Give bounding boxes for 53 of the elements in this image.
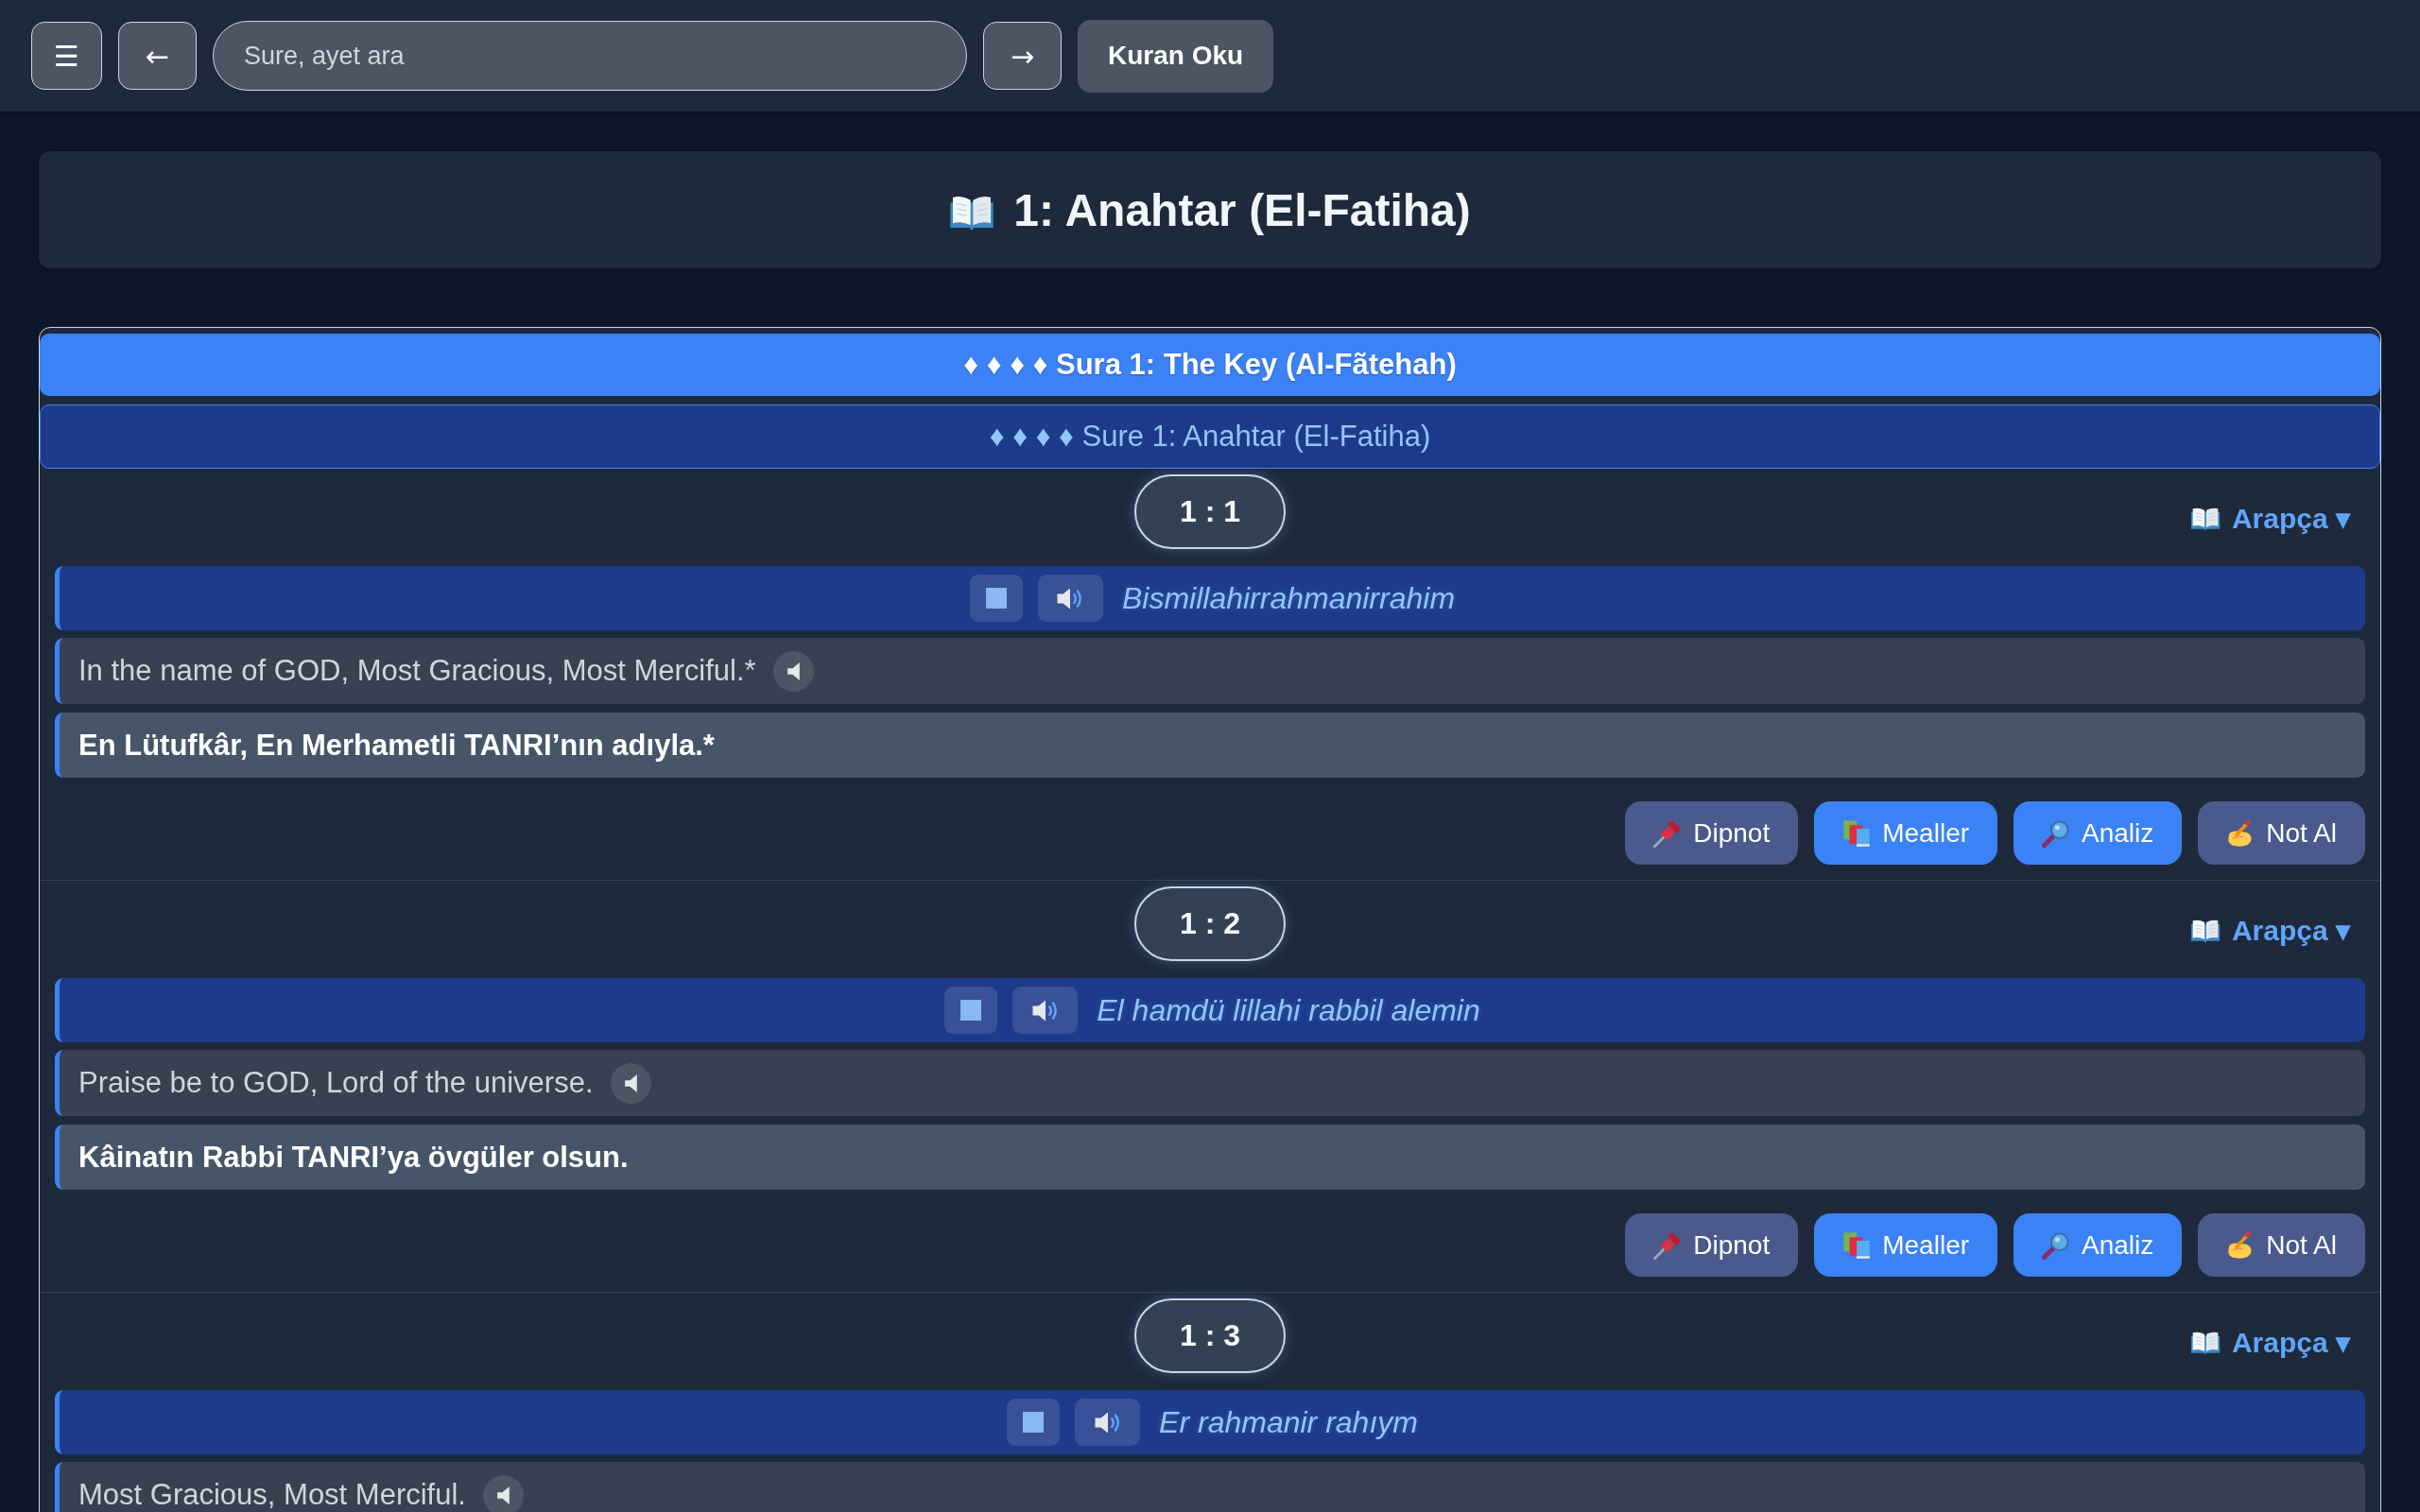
play-audio-button[interactable]: [1037, 575, 1103, 622]
translation-text: Kâinatın Rabbi TANRI’ya övgüler olsun.: [78, 1140, 629, 1175]
transliteration-text: El hamdü lillahi rabbil alemin: [1097, 992, 1480, 1028]
play-audio-button[interactable]: [1075, 1399, 1141, 1446]
stop-button[interactable]: [1007, 1399, 1061, 1446]
search-field[interactable]: Sure, ayet ara: [213, 21, 967, 91]
translation-text: Most Gracious, Most Merciful.: [78, 1478, 466, 1512]
open-book-icon: [2189, 918, 2221, 943]
open-book-icon: [2189, 1330, 2221, 1355]
footnote-button[interactable]: Dipnot: [1625, 1213, 1799, 1277]
transliteration-text: Bismillahirrahmanirrahim: [1121, 580, 1456, 616]
language-dropdown[interactable]: Arapça ▾: [2189, 914, 2365, 947]
play-audio-button[interactable]: [1012, 987, 1079, 1034]
magnifier-icon: [2042, 818, 2071, 848]
read-quran-button[interactable]: Kuran Oku: [1078, 19, 1274, 93]
stop-button[interactable]: [969, 575, 1023, 622]
sura-heading: ♦ ♦ ♦ ♦ Sura 1: The Key (Al-Fãtehah): [40, 334, 2380, 396]
open-book-icon: [949, 195, 995, 231]
play-translation-button[interactable]: [483, 1474, 524, 1512]
take-note-button[interactable]: Not Al: [2198, 801, 2365, 865]
open-book-icon: [2189, 506, 2221, 531]
translation-text: En Lütufkâr, En Merhametli TANRI’nın adıyla.*: [78, 728, 715, 763]
stop-icon: [985, 588, 1007, 609]
books-icon: [1842, 1230, 1872, 1260]
verse-number: 1 : 2: [1134, 886, 1286, 961]
translations-button[interactable]: Mealler: [1814, 1213, 1998, 1277]
pushpin-icon: [1653, 1230, 1683, 1260]
speaker-icon: [625, 1074, 638, 1092]
pushpin-icon: [1653, 818, 1683, 848]
back-button[interactable]: ←: [118, 22, 197, 90]
verse-number: 1 : 3: [1134, 1298, 1286, 1373]
analysis-button[interactable]: Analiz: [2014, 1213, 2183, 1277]
translation-text: In the name of GOD, Most Gracious, Most Merciful.*: [78, 654, 756, 688]
transliteration-text: Er rahmanir rahıym: [1159, 1404, 1418, 1440]
forward-button[interactable]: →: [983, 22, 1062, 90]
speaker-icon: [787, 662, 802, 680]
stop-icon: [960, 1000, 982, 1021]
speaker-icon: [497, 1486, 511, 1504]
sura-subheading: ♦ ♦ ♦ ♦ Sure 1: Anahtar (El-Fatiha): [40, 404, 2380, 469]
magnifier-icon: [2042, 1230, 2071, 1260]
books-icon: [1842, 818, 1872, 848]
footnote-button[interactable]: Dipnot: [1625, 801, 1799, 865]
translation-text: Praise be to GOD, Lord of the universe.: [78, 1066, 594, 1100]
menu-button[interactable]: ☰: [31, 22, 102, 90]
stop-button[interactable]: [944, 987, 998, 1034]
translations-button[interactable]: Mealler: [1814, 801, 1998, 865]
surah-title: 1: Anahtar (El-Fatiha): [1013, 183, 1471, 236]
stop-icon: [1023, 1412, 1045, 1433]
language-dropdown[interactable]: Arapça ▾: [2189, 502, 2365, 535]
language-dropdown[interactable]: Arapça ▾: [2189, 1326, 2365, 1359]
verse-number: 1 : 1: [1134, 474, 1286, 549]
analysis-button[interactable]: Analiz: [2014, 801, 2183, 865]
take-note-button[interactable]: Not Al: [2198, 1213, 2365, 1277]
